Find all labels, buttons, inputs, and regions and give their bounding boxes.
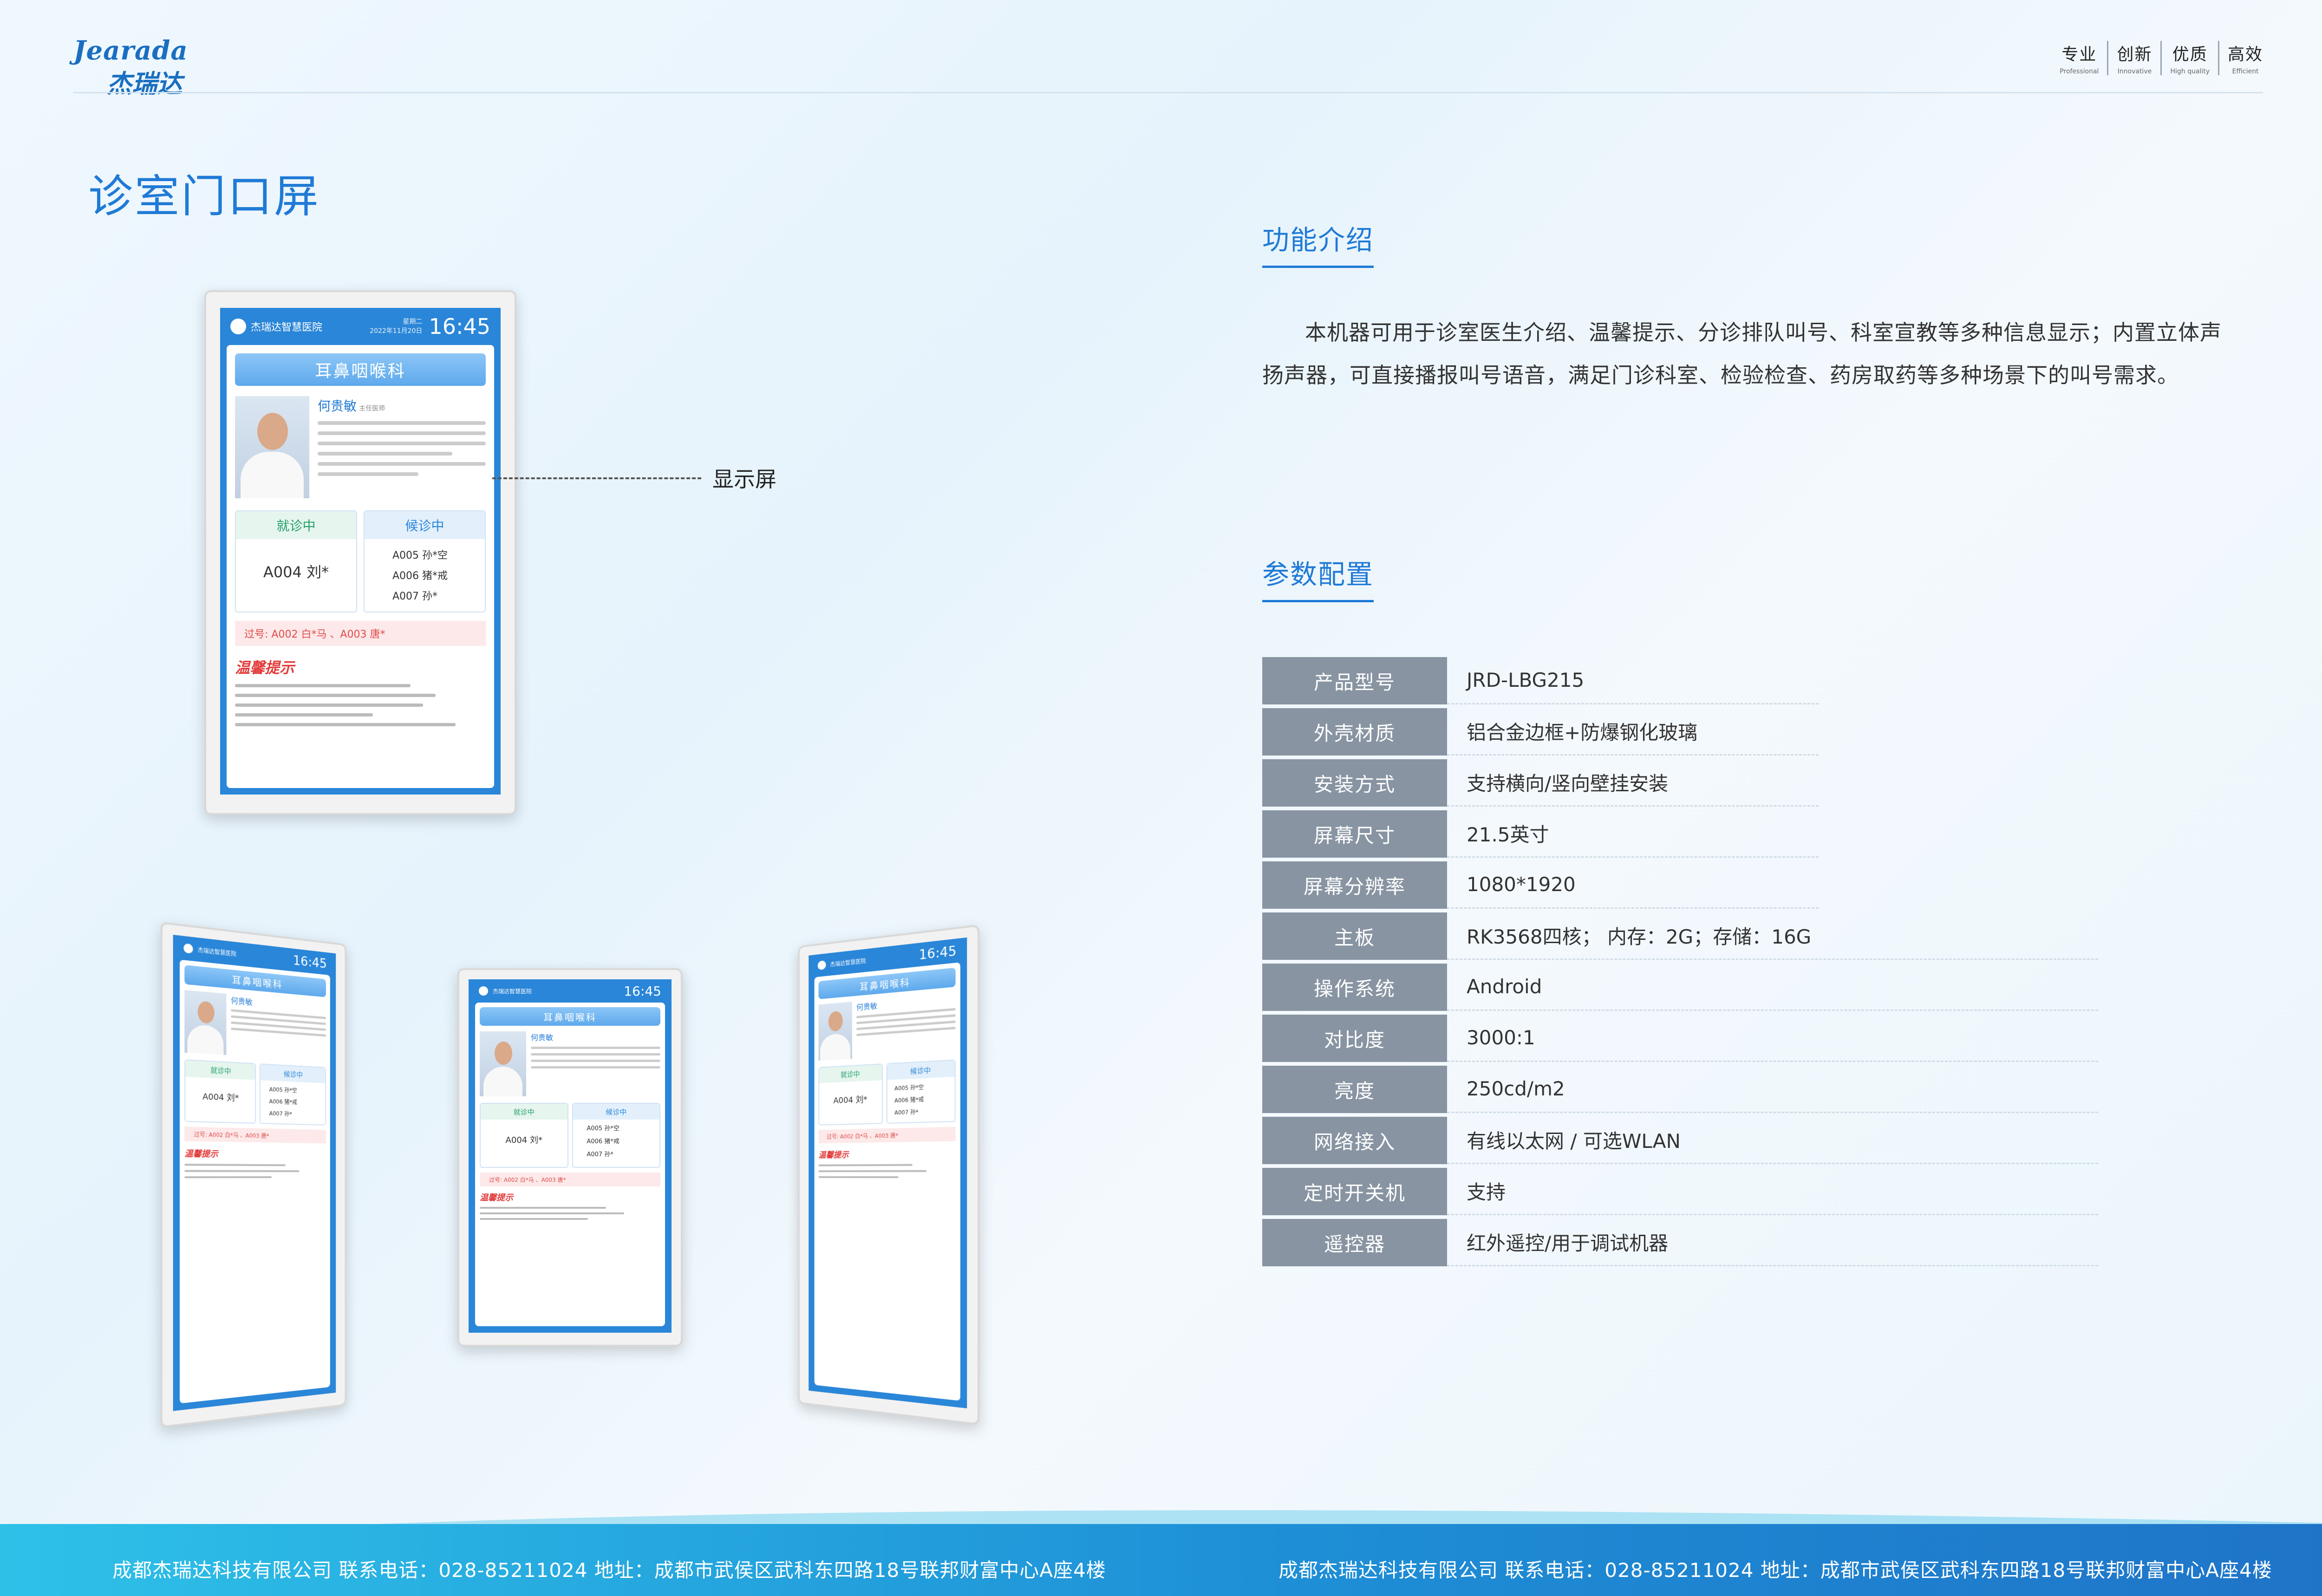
device-front: 杰瑞达智慧医院 星期二 2022年11月20日 16:45 耳鼻咽喉科 何贵敏 主… — [204, 290, 516, 815]
spec-row: 产品型号 JRD-LBG215 — [1262, 657, 2098, 704]
header-divider — [73, 92, 2263, 93]
spec-row: 亮度 250cd/m2 — [1262, 1066, 2098, 1113]
hospital-logo-icon — [183, 943, 193, 954]
passed-list: 过号: A002 白*马 、A003 唐* — [235, 621, 486, 646]
footer-text-right: 成都杰瑞达科技有限公司 联系电话：028-85211024 地址：成都市武侯区武… — [1278, 1559, 2272, 1582]
specs-title: 参数配置 — [1262, 553, 1374, 611]
hospital-logo-icon — [479, 986, 488, 996]
screen-weekday: 星期二 — [403, 318, 423, 326]
device-screen: 杰瑞达智慧医院 星期二 2022年11月20日 16:45 耳鼻咽喉科 何贵敏 主… — [220, 308, 501, 795]
doctor-name: 何贵敏 — [318, 398, 357, 414]
doctor-photo — [235, 396, 309, 498]
waiting-patient: A007 孙* — [392, 591, 438, 602]
spec-row: 遥控器 红外遥控/用于调试机器 — [1262, 1219, 2098, 1266]
intro-title: 功能介绍 — [1262, 218, 1374, 276]
waiting-patient: A006 猪*戒 — [392, 570, 448, 582]
doctor-title: 主任医师 — [359, 405, 385, 412]
spec-table: 产品型号 JRD-LBG215 外壳材质 铝合金边框+防爆钢化玻璃 安装方式 支持横向… — [1262, 657, 2098, 1270]
slogan-item: 优质 High quality — [2162, 41, 2219, 75]
spec-row: 主板 RK3568四核； 内存：2G；存储：16G — [1262, 912, 2098, 960]
device-right-angle: 杰瑞达智慧医院 16:45 耳鼻咽喉科 何贵敏 就诊中 A004 刘* 候诊中 A005… — [798, 924, 980, 1426]
tips-title: 温馨提示 — [235, 659, 295, 677]
screen-time: 16:45 — [429, 314, 490, 339]
hospital-logo-icon — [230, 319, 246, 334]
department-banner: 耳鼻咽喉科 — [235, 353, 486, 386]
device-center-angle: 杰瑞达智慧医院 16:45 耳鼻咽喉科 何贵敏 就诊中 A004 刘* 候诊中 A005… — [457, 968, 683, 1347]
slogan: 专业 Professional 创新 Innovative 优质 High quali… — [2051, 41, 2263, 75]
spec-row: 安装方式 支持横向/竖向壁挂安装 — [1262, 759, 2098, 807]
brand-logo: Jearada 杰瑞达 — [73, 35, 194, 98]
hospital-logo-icon — [817, 960, 826, 971]
page-title: 诊室门口屏 — [88, 170, 320, 222]
spec-row: 外壳材质 铝合金边框+防爆钢化玻璃 — [1262, 708, 2098, 756]
spec-row: 网络接入 有线以太网 / 可选WLAN — [1262, 1117, 2098, 1164]
screen-date: 2022年11月20日 — [370, 327, 423, 335]
logo-cn: 杰瑞达 — [107, 69, 182, 98]
spec-row: 屏幕尺寸 21.5英寸 — [1262, 810, 2098, 858]
footer-text-left: 成都杰瑞达科技有限公司 联系电话：028-85211024 地址：成都市武侯区武… — [112, 1559, 1106, 1582]
current-patient: A004 刘* — [263, 563, 329, 581]
slogan-item: 专业 Professional — [2051, 41, 2109, 75]
spec-row: 定时开关机 支持 — [1262, 1168, 2098, 1215]
queue-waiting: 候诊中 A005 孙*空 A006 猪*戒 A007 孙* — [364, 510, 486, 612]
logo-en: Jearada — [73, 35, 188, 66]
screen-logo: 杰瑞达智慧医院 — [251, 322, 323, 333]
spec-row: 操作系统 Android — [1262, 964, 2098, 1011]
intro-text: 本机器可用于诊室医生介绍、温馨提示、分诊排队叫号、科室宣教等多种信息显示；内置立… — [1262, 320, 2222, 388]
queue-current: 就诊中 A004 刘* — [235, 510, 357, 612]
spec-row: 屏幕分辨率 1080*1920 — [1262, 861, 2098, 909]
spec-row: 对比度 3000:1 — [1262, 1015, 2098, 1062]
device-left-angle: 杰瑞达智慧医院 16:45 耳鼻咽喉科 何贵敏 就诊中 A004 刘* 候诊中 A005… — [160, 921, 346, 1428]
display-pointer-line — [492, 477, 701, 479]
display-label: 显示屏 — [712, 467, 776, 492]
slogan-item: 创新 Innovative — [2108, 41, 2162, 75]
waiting-patient: A005 孙*空 — [392, 550, 448, 561]
slogan-item: 高效 Efficient — [2227, 45, 2263, 75]
